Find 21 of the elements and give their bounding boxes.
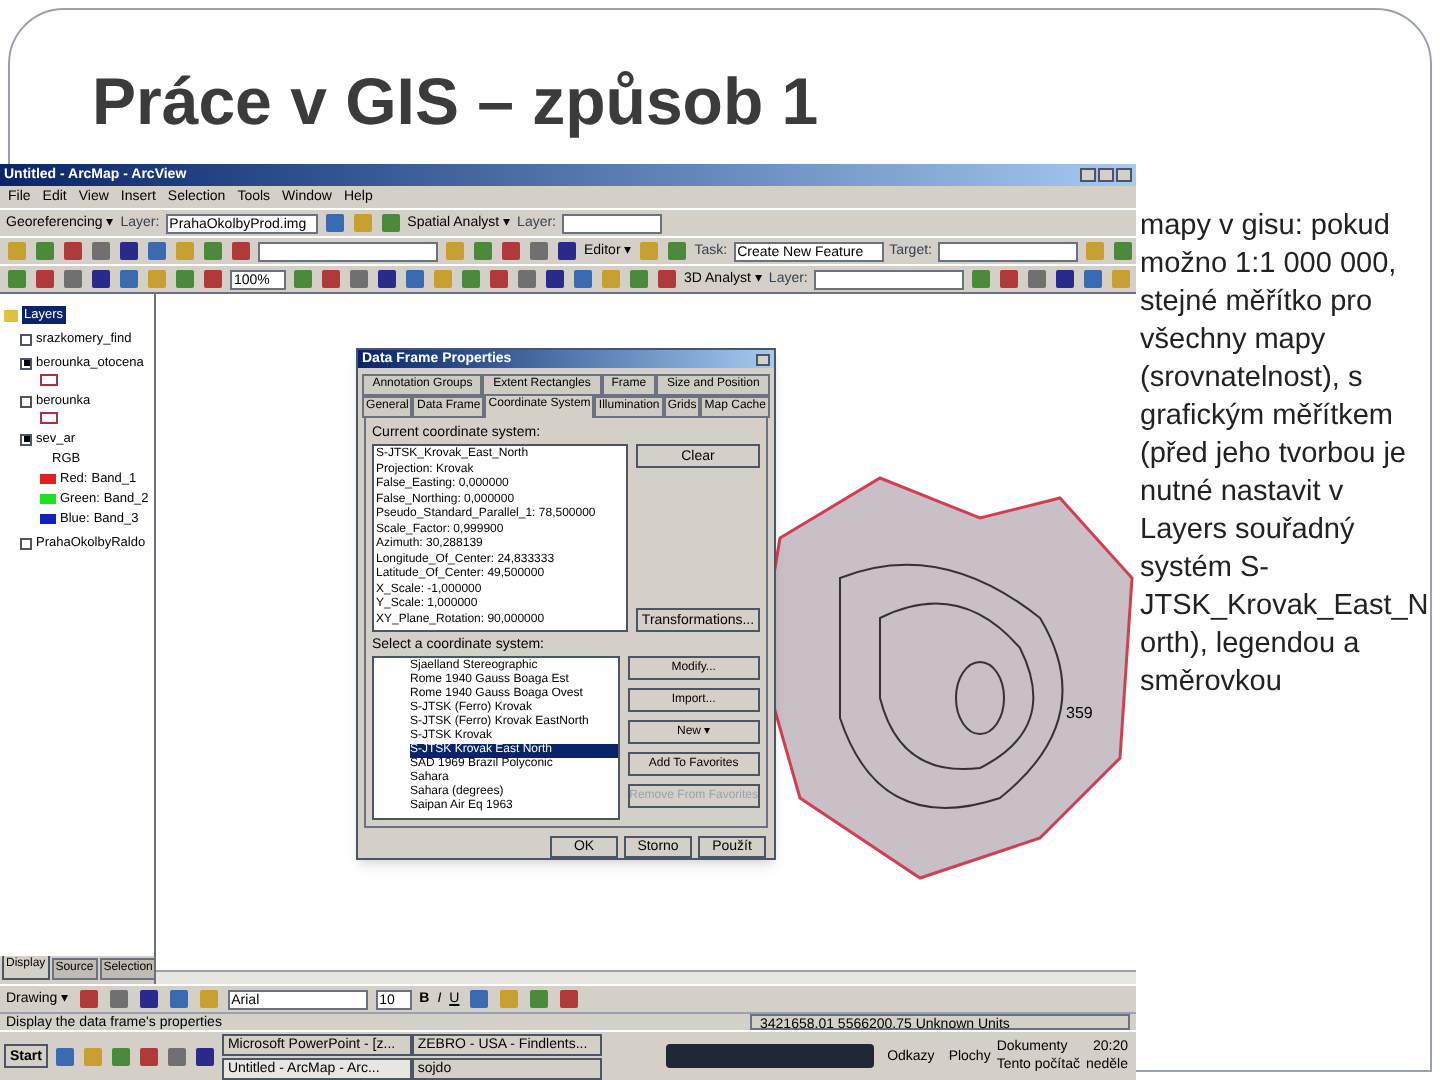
layers-icon [4,309,18,321]
legend-symbol [40,412,58,424]
close-button[interactable] [1116,168,1132,182]
close-button[interactable] [756,353,770,365]
media-player-bar[interactable] [665,1044,874,1068]
maximize-button[interactable] [1098,168,1114,182]
layer-checkbox[interactable] [20,395,32,407]
toolbar-dropdown[interactable] [258,241,438,261]
layer-checkbox[interactable] [20,357,32,369]
toolbar-dropdown[interactable] [813,269,964,289]
layer-checkbox[interactable] [20,537,32,549]
layer-checkbox[interactable] [20,333,32,345]
horizontal-scrollbar[interactable] [156,970,1136,984]
slide-title: Práce v GIS – způsob 1 [92,62,819,142]
layer-checkbox[interactable] [20,433,32,445]
map-label: 359 [1066,704,1093,722]
minimize-button[interactable] [1080,168,1096,182]
slide-text: mapy v gisu: pokud možno 1:1 000 000, stejné měřítko pro všechny mapy (srovnatelnost), s grafickým měřítkem (před jeho tvorbou je nutné nastavit v Layers souřadný systém S-JTSK_Krovak_East_North), legendou a směrovkou [1140,208,1431,702]
legend-symbol [40,374,58,386]
toolbar-dropdown[interactable] [937,241,1078,261]
toolbar-dropdown[interactable] [562,213,663,233]
